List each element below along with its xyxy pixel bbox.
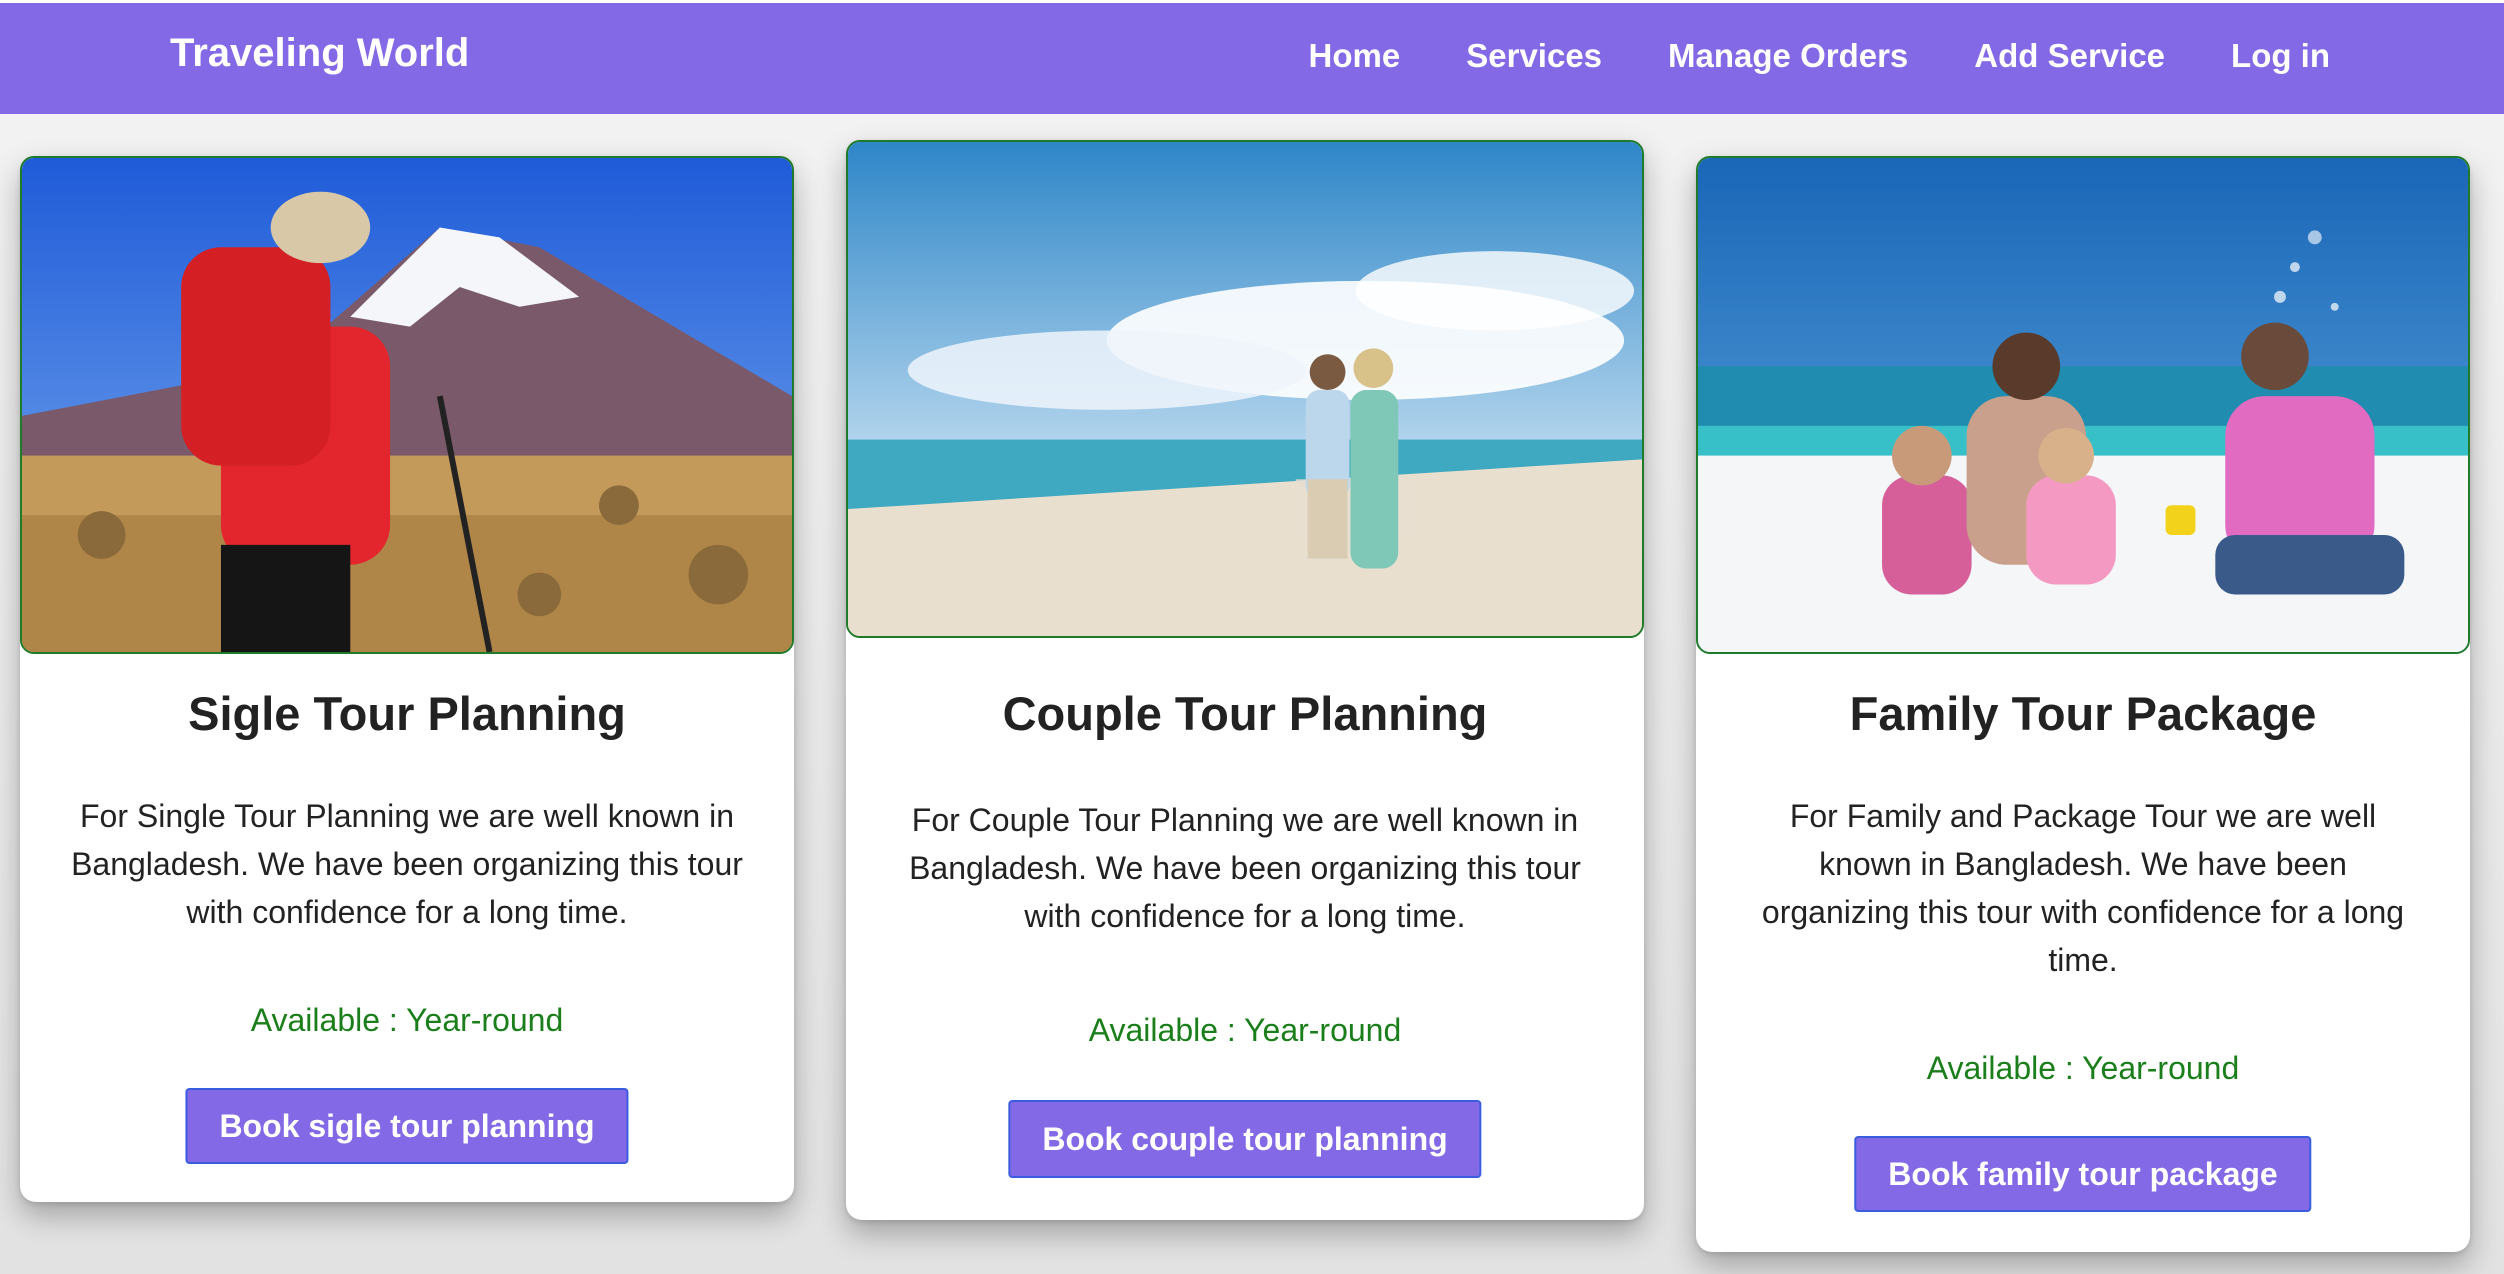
description-line: time. xyxy=(2048,942,2118,978)
card-title: Family Tour Package xyxy=(1849,687,2317,740)
description-line: For Single Tour Planning we are well kno… xyxy=(80,798,734,834)
description-line: Bangladesh. We have been organizing this… xyxy=(909,850,1581,886)
book-single-tour-button[interactable]: Book sigle tour planning xyxy=(185,1088,629,1164)
couple-beach-image xyxy=(846,140,1644,638)
description-line: with confidence for a long time. xyxy=(1024,898,1466,934)
description-line: For Couple Tour Planning we are well kno… xyxy=(911,802,1579,838)
nav-link-manage-orders[interactable]: Manage Orders xyxy=(1668,37,1908,75)
description-line: organizing this tour with confidence for… xyxy=(1761,894,2405,930)
card-title: Couple Tour Planning xyxy=(1002,687,1488,740)
nav-link-log-in[interactable]: Log in xyxy=(2231,37,2330,75)
hiker-mountain-image xyxy=(20,156,794,654)
service-card-single: Sigle Tour Planning For Single Tour Plan… xyxy=(20,156,794,1202)
nav-link-services[interactable]: Services xyxy=(1466,37,1602,75)
family-beach-image xyxy=(1696,156,2470,654)
availability-text: Available : Year-round xyxy=(1088,1012,1402,1048)
book-couple-tour-button[interactable]: Book couple tour planning xyxy=(1008,1100,1482,1178)
services-section: Sigle Tour Planning For Single Tour Plan… xyxy=(0,114,2504,1274)
availability-text: Available : Year-round xyxy=(250,1002,564,1038)
nav-link-add-service[interactable]: Add Service xyxy=(1974,37,2165,75)
description-line: known in Bangladesh. We have been xyxy=(1819,846,2347,882)
availability-text: Available : Year-round xyxy=(1926,1050,2240,1086)
card-title: Sigle Tour Planning xyxy=(188,687,626,740)
navbar: Traveling World Home Services Manage Ord… xyxy=(0,0,2504,114)
service-card-couple: Couple Tour Planning For Couple Tour Pla… xyxy=(846,140,1644,1220)
description-line: with confidence for a long time. xyxy=(186,894,628,930)
description-line: Bangladesh. We have been organizing this… xyxy=(71,846,743,882)
card-description: For Family and Package Tour we are well … xyxy=(1762,792,2404,984)
description-line: For Family and Package Tour we are well xyxy=(1789,798,2377,834)
nav-links: Home Services Manage Orders Add Service … xyxy=(1309,37,2330,75)
book-family-tour-button[interactable]: Book family tour package xyxy=(1854,1136,2312,1212)
brand-logo-link[interactable]: Traveling World xyxy=(170,31,469,76)
card-description: For Couple Tour Planning we are well kno… xyxy=(909,796,1581,940)
service-card-family: Family Tour Package For Family and Packa… xyxy=(1696,156,2470,1252)
nav-link-home[interactable]: Home xyxy=(1309,37,1401,75)
card-description: For Single Tour Planning we are well kno… xyxy=(71,792,743,936)
